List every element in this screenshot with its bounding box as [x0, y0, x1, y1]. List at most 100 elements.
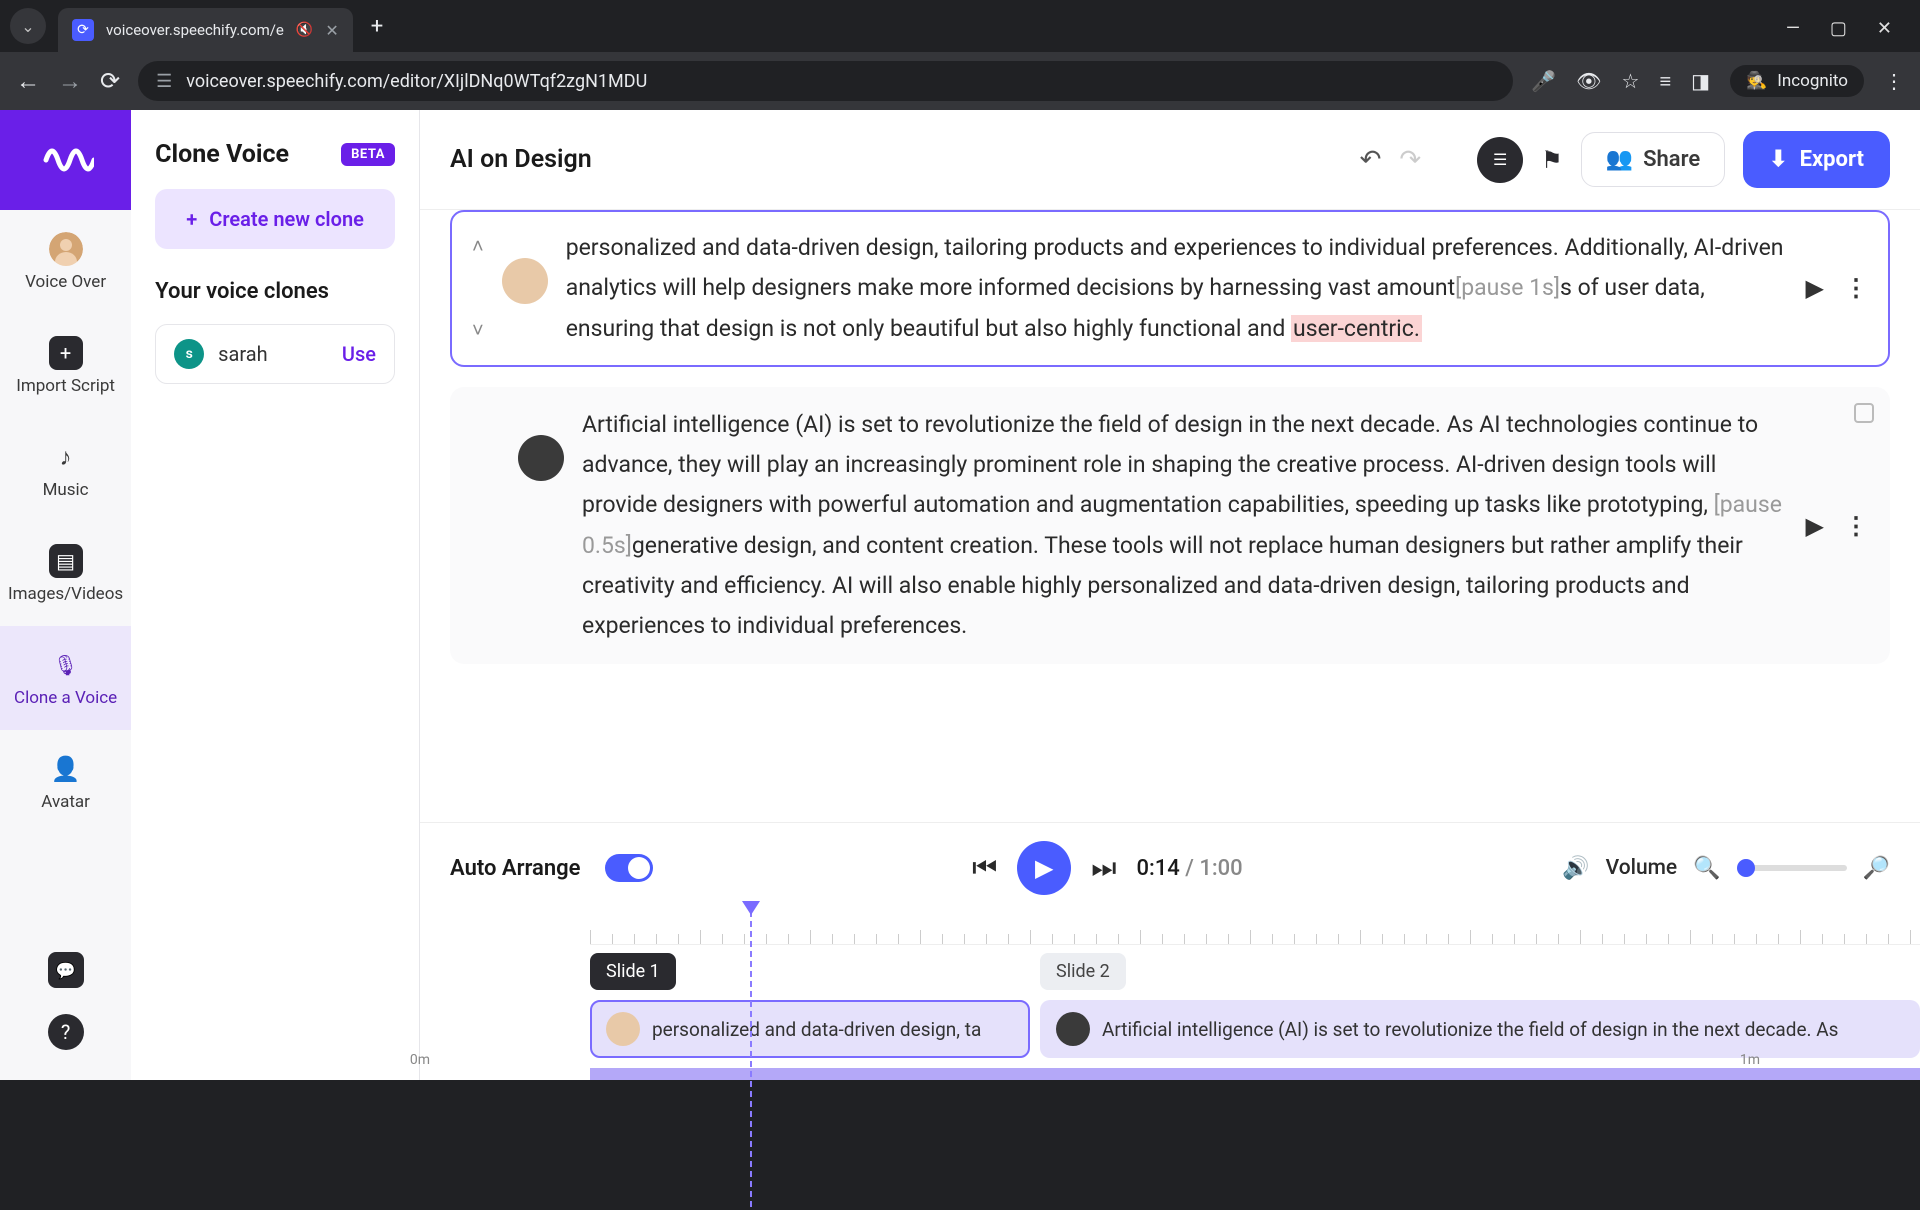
plus-icon: +: [49, 336, 83, 370]
rail-label: Clone a Voice: [14, 688, 117, 708]
time-marker-0m: 0m: [410, 1052, 430, 1068]
voice-search-icon[interactable]: 🎤: [1531, 69, 1556, 93]
script-block-1[interactable]: ˄ ˅ personalized and data-driven design,…: [450, 210, 1890, 367]
pause-tag[interactable]: [pause 1s]: [1455, 274, 1560, 301]
eye-off-icon[interactable]: 👁: [1576, 69, 1601, 93]
tab-close-icon[interactable]: ✕: [325, 21, 338, 40]
share-button[interactable]: 👥 Share: [1581, 132, 1725, 187]
app-logo[interactable]: [0, 110, 131, 210]
slide-2-label[interactable]: Slide 2: [1040, 953, 1126, 990]
person-icon: 👤: [49, 752, 83, 786]
zoom-out-icon[interactable]: 🔍: [1693, 856, 1720, 881]
sidepanel-icon[interactable]: ◨: [1691, 69, 1710, 93]
time-marker-1m: 1m: [1740, 1052, 1760, 1068]
use-clone-button[interactable]: Use: [342, 342, 376, 366]
timeline-scrollbar[interactable]: [590, 1068, 1920, 1080]
export-button[interactable]: ⬇ Export: [1743, 131, 1890, 188]
plus-icon: +: [186, 207, 197, 231]
play-block-icon[interactable]: ▶: [1806, 512, 1824, 540]
block-menu-icon[interactable]: ⋮: [1844, 512, 1868, 540]
move-down-icon[interactable]: ˅: [472, 318, 484, 343]
browser-menu-icon[interactable]: ⋮: [1884, 69, 1904, 93]
browser-tab[interactable]: ⟳ voiceover.speechify.com/e 🔇 ✕: [58, 8, 353, 52]
share-icon: 👥: [1606, 147, 1633, 172]
clip-avatar: [606, 1012, 640, 1046]
undo-button[interactable]: ↶: [1360, 145, 1382, 175]
clone-name: sarah: [218, 342, 267, 366]
timeline-section: Auto Arrange ⏮ ▶ ⏭ 0:14 / 1:00 🔊 Volume …: [420, 822, 1920, 1080]
browser-address-bar: ← → ⟳ ☰ voiceover.speechify.com/editor/X…: [0, 52, 1920, 110]
clone-list-item[interactable]: s sarah Use: [155, 324, 395, 384]
next-button[interactable]: ⏭: [1091, 851, 1116, 885]
rail-import-script[interactable]: + Import Script: [0, 314, 131, 418]
timeline-track[interactable]: 0m 1m Slide 1 Slide 2 personalized and d…: [420, 915, 1920, 1080]
volume-label: Volume: [1606, 856, 1678, 880]
reading-list-icon[interactable]: ≡: [1659, 69, 1671, 94]
timeline-clip-1[interactable]: personalized and data-driven design, ta: [590, 1000, 1030, 1058]
speaker-avatar[interactable]: [518, 435, 564, 481]
image-icon: ▤: [49, 544, 83, 578]
panel-title: Clone Voice: [155, 140, 289, 169]
your-clones-heading: Your voice clones: [155, 279, 395, 304]
url-input[interactable]: ☰ voiceover.speechify.com/editor/XIjlDNq…: [138, 61, 1513, 101]
speaker-avatar[interactable]: [502, 258, 548, 304]
timeline-clip-2[interactable]: Artificial intelligence (AI) is set to r…: [1040, 1000, 1920, 1058]
tab-title: voiceover.speechify.com/e: [106, 21, 284, 39]
rail-voice-over[interactable]: Voice Over: [0, 210, 131, 314]
rail-label: Import Script: [16, 376, 115, 396]
block-text[interactable]: personalized and data-driven design, tai…: [566, 228, 1788, 349]
help-button[interactable]: ?: [48, 1014, 84, 1050]
forward-button[interactable]: →: [58, 67, 82, 96]
bookmark-icon[interactable]: ☆: [1622, 69, 1640, 93]
time-display: 0:14 / 1:00: [1136, 856, 1242, 881]
timeline-ruler[interactable]: [590, 915, 1920, 945]
reload-button[interactable]: ⟳: [100, 67, 120, 95]
play-button[interactable]: ▶: [1017, 841, 1071, 895]
zoom-slider[interactable]: [1737, 865, 1847, 871]
clip-avatar: [1056, 1012, 1090, 1046]
move-up-icon[interactable]: ˄: [472, 234, 484, 259]
clip-text: Artificial intelligence (AI) is set to r…: [1102, 1018, 1838, 1041]
tab-search-dropdown[interactable]: ⌄: [10, 8, 46, 44]
view-toggle-circle[interactable]: ☰: [1477, 137, 1523, 183]
rail-label: Voice Over: [25, 272, 106, 292]
rail-images-videos[interactable]: ▤ Images/Videos: [0, 522, 131, 626]
zoom-in-icon[interactable]: 🔎: [1863, 856, 1890, 881]
view-toggle-flag[interactable]: ⚑: [1541, 146, 1563, 174]
tab-favicon: ⟳: [72, 19, 94, 41]
left-rail: Voice Over + Import Script ♪ Music ▤ Ima…: [0, 110, 131, 1080]
incognito-badge[interactable]: 🕵 Incognito: [1730, 65, 1864, 97]
slide-1-label[interactable]: Slide 1: [590, 953, 676, 990]
window-close[interactable]: ✕: [1877, 18, 1892, 39]
block-menu-icon[interactable]: ⋮: [1844, 274, 1868, 302]
auto-arrange-toggle[interactable]: [605, 854, 653, 882]
rail-clone-voice[interactable]: 🎙 Clone a Voice: [0, 626, 131, 730]
rail-label: Images/Videos: [8, 584, 123, 604]
rail-avatar[interactable]: 👤 Avatar: [0, 730, 131, 834]
site-info-icon[interactable]: ☰: [156, 71, 172, 92]
script-block-2[interactable]: Artificial intelligence (AI) is set to r…: [450, 387, 1890, 665]
block-checkbox[interactable]: [1854, 403, 1874, 423]
create-clone-button[interactable]: + Create new clone: [155, 189, 395, 249]
highlighted-text: user-centric.: [1291, 315, 1422, 342]
block-text[interactable]: Artificial intelligence (AI) is set to r…: [582, 405, 1788, 647]
main-area: AI on Design ↶ ↷ ☰ ⚑ 👥 Share ⬇ Export ˄ …: [420, 110, 1920, 1080]
volume-icon[interactable]: 🔊: [1562, 856, 1589, 881]
playhead[interactable]: [750, 911, 752, 1210]
window-minimize[interactable]: —: [1786, 18, 1800, 39]
script-content: ˄ ˅ personalized and data-driven design,…: [420, 210, 1920, 822]
back-button[interactable]: ←: [16, 67, 40, 96]
document-title[interactable]: AI on Design: [450, 145, 1342, 174]
prev-button[interactable]: ⏮: [972, 851, 997, 885]
incognito-icon: 🕵: [1746, 71, 1767, 91]
play-block-icon[interactable]: ▶: [1806, 274, 1824, 302]
clone-voice-panel: Clone Voice BETA + Create new clone Your…: [131, 110, 420, 1080]
tab-mute-icon[interactable]: 🔇: [296, 22, 313, 38]
main-header: AI on Design ↶ ↷ ☰ ⚑ 👥 Share ⬇ Export: [420, 110, 1920, 210]
new-tab-button[interactable]: +: [371, 14, 383, 39]
redo-button: ↷: [1399, 145, 1421, 175]
rail-music[interactable]: ♪ Music: [0, 418, 131, 522]
voice-avatar-icon: [49, 232, 83, 266]
feedback-button[interactable]: 💬: [48, 952, 84, 988]
window-maximize[interactable]: ▢: [1830, 18, 1847, 39]
